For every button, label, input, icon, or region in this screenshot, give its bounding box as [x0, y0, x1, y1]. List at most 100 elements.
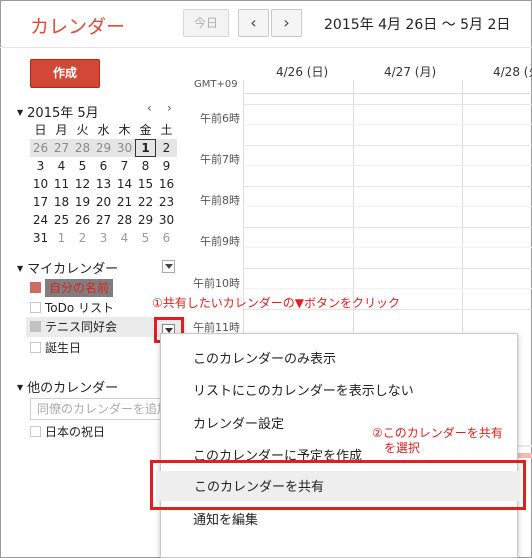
calendar-item-japan-holidays[interactable]: 日本の祝日: [30, 423, 105, 441]
today-button[interactable]: 今日: [183, 9, 229, 37]
mini-day[interactable]: 7: [114, 157, 135, 175]
time-label: 午前6時: [200, 112, 240, 125]
collapse-triangle-icon: ▼: [17, 108, 24, 117]
day-column-header[interactable]: 4/27 (月): [384, 63, 436, 80]
mini-day[interactable]: 22: [135, 193, 156, 211]
weekday-label: 水: [97, 123, 110, 137]
mini-day[interactable]: 16: [156, 175, 177, 193]
app-title: カレンダー: [30, 16, 126, 38]
next-period-button[interactable]: ›: [271, 9, 302, 37]
chevron-left-icon: ‹: [250, 13, 257, 32]
mini-calendar-title: 2015年 5月: [27, 106, 99, 121]
create-event-button[interactable]: 作成: [30, 59, 100, 88]
mini-day[interactable]: 5: [135, 229, 156, 247]
mini-calendar-week: 24 25 26 27 28 29 30: [30, 211, 177, 229]
mini-day[interactable]: 20: [93, 193, 114, 211]
annotation-step-1: ①共有したいカレンダーの▼ボタンをクリック: [152, 296, 400, 310]
mini-day[interactable]: 9: [156, 157, 177, 175]
mini-day[interactable]: 26: [72, 211, 93, 229]
mini-calendar-header[interactable]: ▼ 2015年 5月: [17, 102, 99, 121]
calendar-item-birthdays[interactable]: 誕生日: [30, 339, 81, 357]
hour-line: [243, 186, 532, 187]
my-calendars-dropdown-icon[interactable]: [162, 260, 175, 273]
header-divider: [0, 47, 532, 48]
mini-day[interactable]: 26: [30, 139, 51, 157]
mini-day[interactable]: 29: [93, 139, 114, 157]
mini-calendar-week: 10 11 12 13 14 15 16: [30, 175, 177, 193]
half-hour-line: [243, 247, 532, 248]
calendar-checkbox[interactable]: [30, 342, 41, 353]
half-hour-line: [243, 165, 532, 166]
mini-day[interactable]: 8: [135, 157, 156, 175]
chevron-right-icon: ›: [283, 13, 290, 32]
mini-calendar-weekday-row: 日 月 火 水 木 金 土: [30, 121, 177, 139]
mini-day[interactable]: 18: [51, 193, 72, 211]
mini-day[interactable]: 11: [51, 175, 72, 193]
calendar-color-swatch[interactable]: [30, 282, 41, 293]
mini-calendar-week: 3 4 5 6 7 8 9: [30, 157, 177, 175]
weekday-label: 土: [160, 123, 173, 137]
mini-day[interactable]: 27: [93, 211, 114, 229]
time-label: 午前10時: [193, 277, 240, 290]
mini-calendar-week: 31 1 2 3 4 5 6: [30, 229, 177, 247]
calendar-checkbox[interactable]: [30, 426, 41, 437]
day-column-header[interactable]: 4/26 (日): [276, 63, 328, 80]
calendar-color-swatch[interactable]: [30, 321, 41, 332]
weekday-label: 日: [34, 123, 47, 137]
mini-day[interactable]: 29: [135, 211, 156, 229]
mini-day[interactable]: 3: [93, 229, 114, 247]
mini-day[interactable]: 17: [30, 193, 51, 211]
calendar-checkbox[interactable]: [30, 302, 41, 313]
menu-item-hide-from-list[interactable]: リストにこのカレンダーを表示しない: [193, 380, 414, 399]
mini-day[interactable]: 10: [30, 175, 51, 193]
annotation-step-2-line-2: を選択: [384, 441, 421, 455]
time-label: 午前9時: [200, 235, 240, 248]
menu-item-calendar-settings[interactable]: カレンダー設定: [193, 413, 284, 432]
mini-day[interactable]: 31: [30, 229, 51, 247]
calendar-item-label: 日本の祝日: [45, 425, 106, 439]
add-coworker-calendar-input[interactable]: 同僚のカレンダーを追加: [30, 398, 164, 420]
mini-day[interactable]: 25: [51, 211, 72, 229]
mini-day[interactable]: 27: [51, 139, 72, 157]
mini-day[interactable]: 2: [156, 139, 177, 157]
mini-day[interactable]: 30: [114, 139, 135, 157]
my-calendars-header[interactable]: ▼ マイカレンダー: [17, 258, 118, 277]
day-column-header[interactable]: 4/28 (火: [493, 63, 532, 80]
menu-item-show-only-this[interactable]: このカレンダーのみ表示: [193, 348, 336, 367]
mini-day[interactable]: 1: [51, 229, 72, 247]
mini-day[interactable]: 30: [156, 211, 177, 229]
mini-day[interactable]: 4: [51, 157, 72, 175]
weekday-label: 木: [118, 123, 131, 137]
mini-day[interactable]: 4: [114, 229, 135, 247]
mini-day[interactable]: 28: [72, 139, 93, 157]
calendar-item-todo[interactable]: ToDo リスト: [30, 299, 114, 317]
mini-day[interactable]: 19: [72, 193, 93, 211]
calendar-item-label: 誕生日: [45, 341, 82, 355]
calendar-item-label: ToDo リスト: [45, 301, 115, 315]
mini-day[interactable]: 6: [156, 229, 177, 247]
mini-day[interactable]: 23: [156, 193, 177, 211]
mini-day[interactable]: 2: [72, 229, 93, 247]
calendar-item-own[interactable]: 自分の名前: [30, 279, 114, 297]
mini-day[interactable]: 5: [72, 157, 93, 175]
calendar-item-tennis-club[interactable]: テニス同好会: [30, 318, 117, 336]
mini-day[interactable]: 12: [72, 175, 93, 193]
mini-day[interactable]: 13: [93, 175, 114, 193]
mini-day[interactable]: 6: [93, 157, 114, 175]
mini-day[interactable]: 24: [30, 211, 51, 229]
mini-day[interactable]: 28: [114, 211, 135, 229]
mini-calendar-prev-button[interactable]: ‹: [147, 101, 152, 115]
menu-item-edit-notifications[interactable]: 通知を編集: [193, 509, 258, 528]
other-calendars-header[interactable]: ▼ 他のカレンダー: [17, 377, 118, 396]
share-calendar-highlight: このカレンダーを共有: [150, 460, 526, 510]
mini-day[interactable]: 3: [30, 157, 51, 175]
mini-calendar-next-button[interactable]: ›: [167, 101, 172, 115]
timezone-label: GMT+09: [194, 79, 238, 90]
half-hour-line: [243, 206, 532, 207]
mini-day[interactable]: 15: [135, 175, 156, 193]
hour-line: [243, 227, 532, 228]
previous-period-button[interactable]: ‹: [238, 9, 269, 37]
mini-day[interactable]: 21: [114, 193, 135, 211]
mini-day-selected[interactable]: 1: [135, 139, 156, 157]
mini-day[interactable]: 14: [114, 175, 135, 193]
